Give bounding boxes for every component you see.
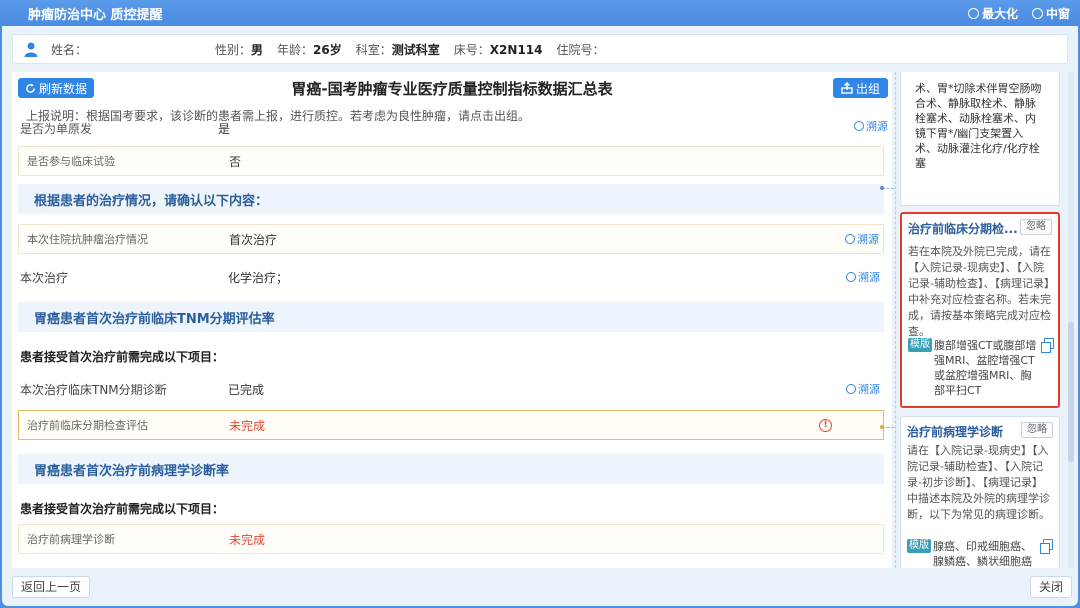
patient-admission-no: 住院号： bbox=[556, 42, 605, 57]
reminder-card-treatment-list: 术、胃*切除术伴胃空肠吻合术、静脉取栓术、静脉栓塞术、动脉栓塞术、内镜下胃*/幽… bbox=[900, 72, 1060, 206]
patient-bed: 床号：X2N114 bbox=[453, 42, 543, 57]
template-text: 腹部增强CT或腹部增强MRI、盆腔增强CT或盆腔增强MRI、胸部平扫CT bbox=[934, 339, 1037, 397]
link-dot bbox=[880, 186, 884, 190]
indicator-label: 治疗前病理学诊断 bbox=[27, 533, 115, 546]
refresh-button[interactable]: 刷新数据 bbox=[18, 78, 95, 98]
report-title: 胃癌-国考肿瘤专业医疗质量控制指标数据汇总表 bbox=[291, 80, 613, 98]
indicator-row-pathology: 治疗前病理学诊断 未完成 bbox=[18, 524, 884, 554]
indicator-report-panel[interactable]: 胃癌-国考肿瘤专业医疗质量控制指标数据汇总表 刷新数据 出组 上报说明：根据国考… bbox=[12, 72, 892, 568]
indicator-row-staging-exam[interactable]: 治疗前临床分期检查评估 未完成 ! bbox=[18, 410, 884, 440]
trace-search-icon bbox=[846, 272, 856, 282]
patient-name-label: 姓名： bbox=[51, 42, 88, 57]
warning-icon: ! bbox=[819, 418, 832, 432]
link-track bbox=[895, 72, 896, 568]
maximize-label: 最大化 bbox=[981, 6, 1018, 21]
restore-icon bbox=[1031, 7, 1043, 19]
template-suggestion: 模版 腹部增强CT或腹部增强MRI、盆腔增强CT或盆腔增强MRI、胸部平扫CT bbox=[908, 338, 1054, 398]
reminder-card-staging-exam: 治疗前临床分期检... 忽略 若在本院及外院已完成，请在【入院记录-现病史】、【… bbox=[900, 212, 1060, 408]
indicator-row-tnm-diagnosis: 本次治疗临床TNM分期诊断 已完成 溯源 bbox=[18, 374, 884, 404]
copy-icon[interactable] bbox=[1040, 539, 1053, 554]
indicator-value: 首次治疗 bbox=[229, 232, 278, 247]
template-tag: 模版 bbox=[907, 539, 931, 553]
exit-group-label: 出组 bbox=[855, 81, 880, 96]
patient-gender: 性别：男 bbox=[215, 42, 264, 57]
reminder-card-desc: 若在本院及外院已完成，请在【入院记录-现病史】、【入院记录-辅助检查】、【病理记… bbox=[908, 245, 1051, 338]
refresh-label: 刷新数据 bbox=[39, 81, 88, 96]
trace-search-icon bbox=[854, 121, 864, 131]
indicator-value: 否 bbox=[229, 154, 242, 169]
exit-group-button[interactable]: 出组 bbox=[832, 78, 888, 98]
ignore-button[interactable]: 忽略 bbox=[1020, 219, 1052, 235]
patient-info-bar: 姓名： 性别：男 年龄：26岁 科室：测试科室 床号：X2N114 住院号： bbox=[12, 34, 1068, 64]
trace-link[interactable]: 溯源 bbox=[845, 231, 879, 247]
indicator-label: 本次住院抗肿瘤治疗情况 bbox=[27, 233, 148, 246]
close-button[interactable]: 关闭 bbox=[1030, 576, 1073, 598]
requirement-subhead: 患者接受首次治疗前需完成以下项目： bbox=[20, 350, 225, 364]
trace-search-icon bbox=[846, 384, 856, 394]
trace-link[interactable]: 溯源 bbox=[854, 118, 888, 134]
window-title: 肿瘤防治中心 质控提醒 bbox=[28, 7, 163, 23]
section-heading-pathology: 胃癌患者首次治疗前病理学诊断率 bbox=[18, 454, 884, 484]
trace-link[interactable]: 溯源 bbox=[846, 269, 880, 285]
report-note: 上报说明：根据国考要求，该诊断的患者需上报，进行质控。若考虑为良性肿瘤，请点击出… bbox=[26, 109, 531, 123]
indicator-label: 本次治疗临床TNM分期诊断 bbox=[20, 382, 167, 397]
restore-button[interactable]: 中窗 bbox=[1031, 5, 1070, 22]
section-heading-treatment: 根据患者的治疗情况，请确认以下内容： bbox=[18, 184, 884, 214]
patient-dept: 科室：测试科室 bbox=[355, 42, 440, 57]
indicator-row-current-treatment: 本次治疗 化学治疗； 溯源 bbox=[18, 262, 884, 292]
maximize-icon bbox=[967, 7, 979, 19]
indicator-row-clinical-trial: 是否参与临床试验 否 bbox=[18, 146, 884, 176]
indicator-label: 本次治疗 bbox=[20, 270, 69, 285]
reminder-card-pathology: 治疗前病理学诊断 忽略 请在【入院记录-现病史】【入院记录-辅助检查】、【入院记… bbox=[900, 416, 1060, 568]
template-tag: 模版 bbox=[908, 338, 932, 352]
restore-label: 中窗 bbox=[1045, 6, 1070, 21]
indicator-value: 化学治疗； bbox=[228, 270, 289, 285]
user-icon bbox=[24, 42, 38, 57]
template-text: 腺癌、印戒细胞癌、腺鳞癌、鳞状细胞癌 bbox=[933, 540, 1032, 568]
maximize-button[interactable]: 最大化 bbox=[967, 5, 1018, 22]
refresh-icon bbox=[26, 82, 35, 93]
window-body: 姓名： 性别：男 年龄：26岁 科室：测试科室 床号：X2N114 住院号： 胃… bbox=[2, 26, 1078, 606]
trace-link[interactable]: 溯源 bbox=[846, 381, 880, 397]
scrollbar-thumb[interactable] bbox=[1068, 322, 1074, 462]
reminder-sidebar[interactable]: 术、胃*切除术伴胃空肠吻合术、静脉取栓术、静脉栓塞术、动脉栓塞术、内镜下胃*/幽… bbox=[900, 72, 1068, 568]
indicator-label: 治疗前临床分期检查评估 bbox=[27, 419, 148, 432]
back-button[interactable]: 返回上一页 bbox=[12, 576, 91, 598]
export-icon bbox=[841, 82, 853, 94]
indicator-value-incomplete: 未完成 bbox=[229, 532, 266, 547]
sidebar-scrollbar[interactable] bbox=[1068, 72, 1074, 568]
section-heading-tnm: 胃癌患者首次治疗前临床TNM分期评估率 bbox=[18, 302, 884, 332]
single-primary-label: 是否为单原发 bbox=[20, 122, 93, 136]
window-titlebar: 肿瘤防治中心 质控提醒 最大化 中窗 bbox=[0, 0, 1080, 26]
template-suggestion: 模版 腺癌、印戒细胞癌、腺鳞癌、鳞状细胞癌 bbox=[907, 539, 1053, 568]
indicator-value-incomplete: 未完成 bbox=[229, 418, 266, 433]
indicator-row-antitumor-treatment: 本次住院抗肿瘤治疗情况 首次治疗 溯源 bbox=[18, 224, 884, 254]
window-controls: 最大化 中窗 bbox=[967, 5, 1070, 22]
reminder-card-text: 术、胃*切除术伴胃空肠吻合术、静脉取栓术、静脉栓塞术、动脉栓塞术、内镜下胃*/幽… bbox=[915, 82, 1042, 170]
ignore-button[interactable]: 忽略 bbox=[1021, 422, 1053, 438]
requirement-subhead: 患者接受首次治疗前需完成以下项目： bbox=[20, 502, 225, 516]
single-primary-value: 是 bbox=[218, 122, 231, 136]
reminder-card-desc: 请在【入院记录-现病史】【入院记录-辅助检查】、【入院记录-初步诊断】、【病理记… bbox=[907, 444, 1050, 521]
indicator-value: 已完成 bbox=[228, 382, 265, 397]
link-dot bbox=[880, 425, 884, 429]
copy-icon[interactable] bbox=[1041, 338, 1054, 353]
indicator-label: 是否参与临床试验 bbox=[27, 155, 115, 168]
trace-search-icon bbox=[845, 234, 855, 244]
patient-age: 年龄：26岁 bbox=[277, 42, 342, 57]
